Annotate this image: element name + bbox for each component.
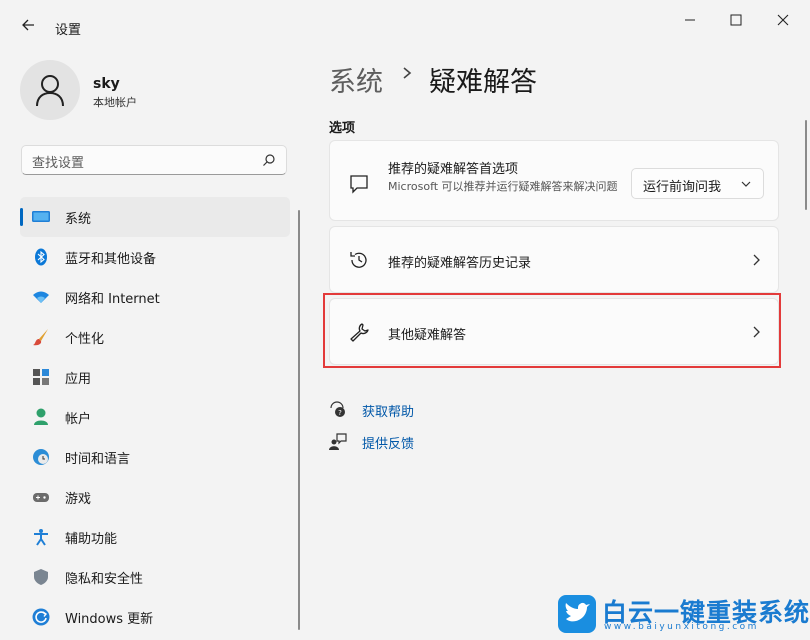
sidebar-item-windows-update[interactable]: Windows 更新 (20, 597, 290, 637)
give-feedback-label[interactable]: 提供反馈 (362, 433, 414, 452)
bluetooth-icon (35, 248, 47, 266)
recommended-preference-dropdown[interactable]: 运行前询问我 (631, 168, 764, 199)
sidebar-item-personalization[interactable]: 个性化 (20, 317, 290, 357)
sidebar-item-accessibility[interactable]: 辅助功能 (20, 517, 290, 557)
bird-logo-icon (558, 595, 596, 633)
sidebar-nav: 系统 蓝牙和其他设备 网络和 Internet 个性化 应用 帐户 时间和语言 … (20, 197, 290, 637)
brush-icon (33, 329, 48, 346)
avatar (20, 60, 80, 120)
card-title: 推荐的疑难解答首选项 (388, 162, 519, 177)
watermark-url: www.baiyunxitong.com (604, 622, 759, 632)
sidebar-item-label: 隐私和安全性 (65, 572, 144, 587)
search-icon[interactable] (262, 153, 276, 167)
person-icon (34, 408, 48, 425)
sidebar-item-label: 个性化 (65, 332, 105, 347)
close-icon[interactable] (768, 8, 798, 32)
sidebar-item-accounts[interactable]: 帐户 (20, 397, 290, 437)
help-icon: ? (330, 401, 345, 417)
accessibility-icon (34, 529, 48, 546)
sidebar-item-network[interactable]: 网络和 Internet (20, 277, 290, 317)
sidebar-item-label: 辅助功能 (65, 532, 118, 547)
sidebar-item-gaming[interactable]: 游戏 (20, 477, 290, 517)
get-help-label[interactable]: 获取帮助 (362, 401, 414, 420)
sidebar-scrollbar[interactable] (298, 210, 300, 630)
title-bar: 设置 (0, 0, 810, 48)
sidebar-item-apps[interactable]: 应用 (20, 357, 290, 397)
globe-clock-icon (33, 449, 49, 465)
monitor-icon (32, 211, 50, 222)
card-description: Microsoft 可以推荐并运行疑难解答来解决问题 (388, 180, 618, 193)
gamepad-icon (33, 493, 49, 502)
chevron-down-icon (741, 181, 751, 187)
sidebar-item-label: 系统 (65, 212, 92, 227)
dropdown-value: 运行前询问我 (643, 180, 722, 195)
search-box[interactable]: 查找设置 (21, 145, 287, 175)
user-name: sky (93, 76, 120, 92)
card-title: 推荐的疑难解答历史记录 (388, 256, 532, 271)
sidebar-item-label: 应用 (65, 372, 92, 387)
sidebar-item-system[interactable]: 系统 (20, 197, 290, 237)
update-icon (32, 608, 50, 626)
sidebar-item-label: 网络和 Internet (65, 292, 160, 307)
wifi-icon (33, 291, 49, 303)
chevron-right-icon (753, 254, 760, 266)
account-type: 本地帐户 (93, 96, 137, 109)
search-input[interactable]: 查找设置 (32, 152, 84, 171)
sidebar-item-privacy[interactable]: 隐私和安全性 (20, 557, 290, 597)
breadcrumb: 系统 疑难解答 (329, 60, 537, 99)
svg-text:?: ? (338, 409, 342, 417)
shield-icon (34, 569, 48, 585)
sidebar-item-bluetooth[interactable]: 蓝牙和其他设备 (20, 237, 290, 277)
highlight-box (323, 293, 781, 368)
recommended-troubleshooter-card: 推荐的疑难解答首选项 Microsoft 可以推荐并运行疑难解答来解决问题 运行… (329, 140, 779, 221)
sidebar-item-label: 蓝牙和其他设备 (65, 252, 157, 267)
chat-bubble-icon (350, 175, 368, 194)
sidebar-item-label: 时间和语言 (65, 452, 131, 467)
troubleshooter-history-card[interactable]: 推荐的疑难解答历史记录 (329, 226, 779, 293)
sidebar-item-label: 游戏 (65, 492, 92, 507)
sidebar-item-label: Windows 更新 (65, 612, 154, 627)
window-title: 设置 (55, 23, 82, 38)
minimize-icon[interactable] (675, 8, 705, 32)
back-arrow-icon[interactable] (18, 14, 40, 36)
watermark: 白云一键重装系统 www.baiyunxitong.com (558, 593, 809, 635)
breadcrumb-parent[interactable]: 系统 (329, 67, 383, 98)
chevron-right-icon (403, 67, 412, 79)
content-scrollbar[interactable] (805, 120, 807, 210)
section-title: 选项 (329, 121, 356, 136)
sidebar-item-time-language[interactable]: 时间和语言 (20, 437, 290, 477)
maximize-icon[interactable] (721, 8, 751, 32)
apps-icon (33, 369, 49, 385)
feedback-icon (329, 433, 347, 450)
history-icon (350, 252, 367, 268)
page-title: 疑难解答 (429, 67, 537, 98)
sidebar-item-label: 帐户 (65, 412, 92, 427)
person-outline-icon (36, 75, 64, 107)
